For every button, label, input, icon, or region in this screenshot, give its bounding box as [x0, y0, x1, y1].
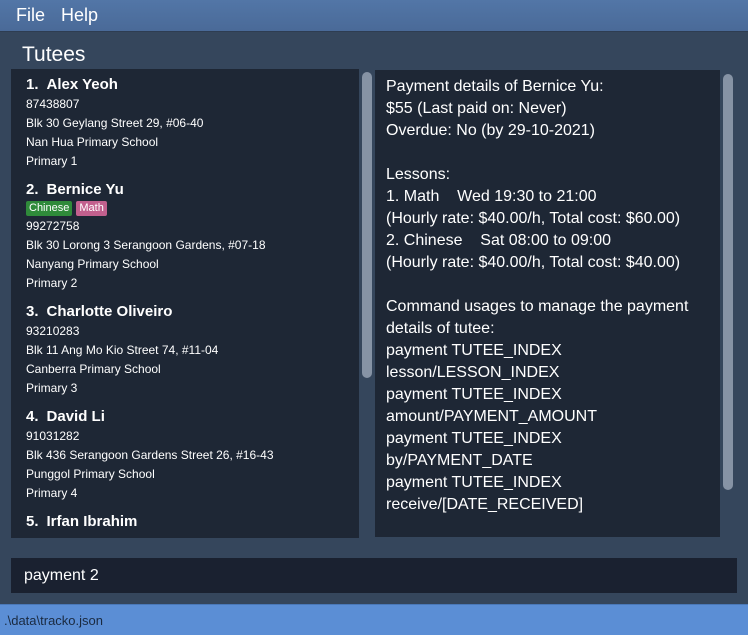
- menu-file[interactable]: File: [8, 5, 53, 26]
- tutee-tags: Chinese Math: [26, 200, 359, 217]
- command-input[interactable]: payment 2: [11, 558, 737, 593]
- tutee-index: 5.: [26, 513, 39, 530]
- detail-line: (Hourly rate: $40.00/h, Total cost: $60.…: [386, 210, 681, 227]
- tutee-school: Punggol Primary School: [26, 467, 155, 481]
- tutee-card[interactable]: 3. Charlotte Oliveiro 93210283 Blk 11 Ang M…: [11, 302, 359, 398]
- tutee-school: Nan Hua Primary School: [26, 135, 159, 149]
- subject-tag: Chinese: [26, 201, 73, 216]
- tutees-title: Tutees: [22, 43, 86, 66]
- tutee-list[interactable]: 1. Alex Yeoh 87438807 Blk 30 Geylang Street…: [11, 69, 359, 538]
- tutee-phone: 87438807: [26, 97, 80, 111]
- menu-help[interactable]: Help: [53, 5, 106, 26]
- detail-line: [386, 274, 720, 296]
- tutee-phone: 91031282: [26, 429, 80, 443]
- tutee-index: 2.: [26, 181, 39, 198]
- subject-tag: Math: [76, 201, 107, 216]
- detail-line: (Hourly rate: $40.00/h, Total cost: $40.…: [386, 254, 681, 271]
- tutee-address: Blk 30 Lorong 3 Serangoon Gardens, #07-1…: [26, 238, 266, 252]
- tutee-address: Blk 436 Serangoon Gardens Street 26, #16…: [26, 448, 274, 462]
- detail-line: 2. Chinese Sat 08:00 to 09:00: [386, 232, 612, 249]
- menu-bar: File Help: [0, 0, 748, 32]
- tutee-level: Primary 4: [26, 486, 78, 500]
- tutee-address: Blk 11 Ang Mo Kio Street 74, #11-04: [26, 343, 219, 357]
- payment-details-panel: Payment details of Bernice Yu: $55 (Last …: [375, 70, 720, 537]
- tutee-name: Charlotte Oliveiro: [46, 303, 173, 320]
- detail-line: Payment details of Bernice Yu:: [386, 78, 604, 95]
- detail-line: details of tutee:: [386, 320, 495, 337]
- tutee-card-title: 3. Charlotte Oliveiro: [26, 302, 359, 322]
- detail-line: Overdue: No (by 29-10-2021): [386, 122, 595, 139]
- tutee-name: Irfan Ibrahim: [46, 513, 138, 530]
- tutee-level: Primary 3: [26, 381, 78, 395]
- detail-line: 1. Math Wed 19:30 to 21:00: [386, 188, 597, 205]
- detail-line: lesson/LESSON_INDEX: [386, 364, 560, 381]
- tutee-name: Bernice Yu: [46, 181, 124, 198]
- tutee-name: David Li: [46, 408, 105, 425]
- tutee-list-scroll-thumb[interactable]: [362, 72, 372, 378]
- tutee-card[interactable]: 2. Bernice Yu Chinese Math 99272758 Blk 30 Lo…: [11, 180, 359, 293]
- tutee-list-scrollbar[interactable]: [362, 72, 372, 536]
- tutee-school: Canberra Primary School: [26, 362, 161, 376]
- detail-line: [386, 142, 720, 164]
- detail-line: amount/PAYMENT_AMOUNT: [386, 408, 598, 425]
- tutee-school: Nanyang Primary School: [26, 257, 159, 271]
- details-scrollbar[interactable]: [723, 74, 733, 492]
- tutee-card[interactable]: 5. Irfan Ibrahim: [11, 512, 359, 532]
- status-bar: .\data\tracko.json: [0, 604, 748, 635]
- tutee-name: Alex Yeoh: [46, 76, 118, 93]
- detail-line: Command usages to manage the payment: [386, 298, 689, 315]
- tutee-card-title: 4. David Li: [26, 407, 359, 427]
- detail-line: by/PAYMENT_DATE: [386, 452, 533, 469]
- tutee-level: Primary 2: [26, 276, 78, 290]
- detail-line: payment TUTEE_INDEX: [386, 474, 562, 491]
- tutee-level: Primary 1: [26, 154, 78, 168]
- detail-line: payment TUTEE_INDEX: [386, 430, 562, 447]
- tutee-card-title: 1. Alex Yeoh: [26, 75, 359, 95]
- tutee-address: Blk 30 Geylang Street 29, #06-40: [26, 116, 204, 130]
- detail-line: payment TUTEE_INDEX: [386, 342, 562, 359]
- tutee-index: 3.: [26, 303, 39, 320]
- tutee-phone: 99272758: [26, 219, 80, 233]
- tutee-index: 4.: [26, 408, 39, 425]
- detail-line: Lessons:: [386, 166, 451, 183]
- detail-line: receive/[DATE_RECEIVED]: [386, 496, 584, 513]
- detail-line: $55 (Last paid on: Never): [386, 100, 567, 117]
- tutee-card-title: 2. Bernice Yu: [26, 180, 359, 200]
- tutee-phone: 93210283: [26, 324, 80, 338]
- details-scroll-thumb[interactable]: [723, 74, 733, 490]
- tutee-card[interactable]: 4. David Li 91031282 Blk 436 Serangoon Gard…: [11, 407, 359, 503]
- tutee-index: 1.: [26, 76, 39, 93]
- tutee-card[interactable]: 1. Alex Yeoh 87438807 Blk 30 Geylang Street…: [11, 75, 359, 171]
- detail-line: payment TUTEE_INDEX: [386, 386, 562, 403]
- tutee-card-title: 5. Irfan Ibrahim: [26, 512, 359, 532]
- save-file-path: .\data\tracko.json: [4, 613, 103, 628]
